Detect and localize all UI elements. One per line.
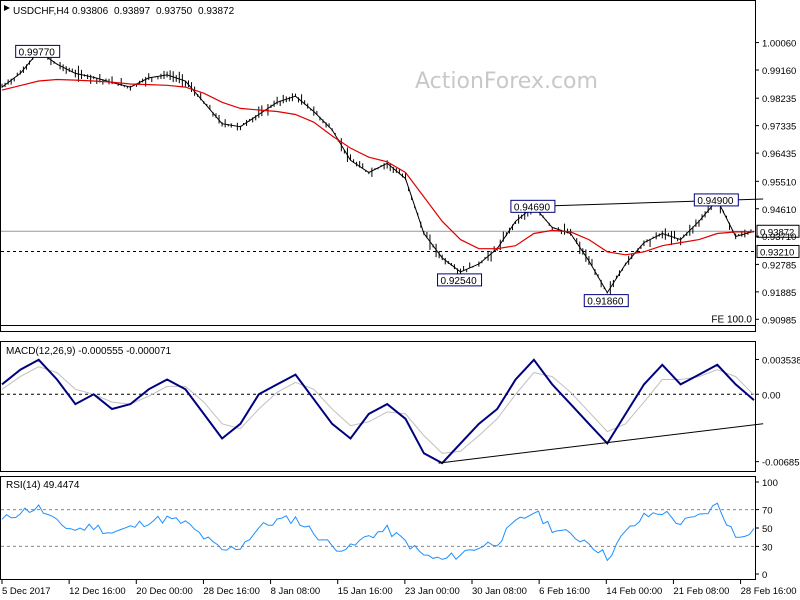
price-annotation: 0.99770 [19, 47, 56, 58]
rsi-line [1, 502, 755, 562]
price-tag: 0.93210 [760, 247, 794, 258]
rsi-axis: 100 70 50 30 0 [755, 478, 778, 581]
ohlc-close: 0.93872 [198, 6, 235, 17]
time-tick-label: 15 Jan 16:00 [338, 586, 393, 597]
header-arrow-icon [4, 5, 10, 11]
price-annotation: 0.92540 [441, 276, 478, 287]
rsi-tick-label: 50 [762, 524, 773, 535]
macd-tick-label: -0.006853 [762, 458, 800, 469]
chart-canvas: ActionForex.com USDCHF,H4 0.93806 0.9389… [0, 0, 800, 597]
rsi-plot [1, 502, 755, 562]
macd-title: MACD(12,26,9) -0.000555 -0.000071 [6, 346, 172, 357]
price-annotation: 0.94900 [697, 196, 734, 207]
ohlc-low: 0.93750 [156, 6, 193, 17]
rsi-tick-label: 30 [762, 542, 773, 553]
ohlc-high: 0.93897 [114, 6, 151, 17]
price-tick-label: 0.96435 [762, 149, 796, 160]
price-line [1, 50, 755, 294]
time-tick-label: 28 Feb 16:00 [741, 586, 797, 597]
price-tick-label: 1.00060 [762, 39, 796, 50]
price-tick-label: 0.90985 [762, 315, 796, 326]
price-tick-label: 0.91885 [762, 288, 796, 299]
macd-tick-label: 0.00 [762, 390, 781, 401]
price-tick-label: 0.93710 [762, 232, 796, 243]
moving-average-line [1, 78, 754, 256]
price-annotation: 0.91860 [587, 297, 624, 308]
rsi-tick-label: 70 [762, 506, 773, 517]
chart-header: USDCHF,H4 0.93806 0.93897 0.93750 0.9387… [4, 5, 235, 17]
macd-line [1, 358, 755, 465]
macd-tick-label: 0.003538 [762, 355, 800, 366]
fe-label: FE 100.0 [711, 315, 752, 326]
rsi-tick-label: 100 [762, 478, 778, 489]
ohlc-open: 0.93806 [72, 6, 109, 17]
time-tick-label: 23 Jan 00:00 [405, 586, 460, 597]
time-tick-label: 8 Jan 08:00 [271, 586, 321, 597]
symbol-info: USDCHF,H4 [13, 6, 70, 17]
time-tick-label: 12 Dec 16:00 [69, 586, 126, 597]
price-plot: FE 100.0 0.99770 0.94690 0.94900 0.92540 0.91… [1, 44, 764, 327]
price-panel-frame [0, 0, 756, 332]
time-tick-label: 21 Feb 08:00 [673, 586, 729, 597]
price-annotation: 0.94690 [514, 202, 551, 213]
price-tick-label: 0.94610 [762, 205, 796, 216]
time-axis: 5 Dec 2017 12 Dec 16:00 20 Dec 00:00 28 Dec… [1, 580, 797, 597]
time-tick-label: 20 Dec 00:00 [136, 586, 193, 597]
price-tick-label: 0.92785 [762, 260, 796, 271]
price-axis: 0.938720.932101.000600.991600.982350.973… [755, 39, 800, 326]
macd-axis: 0.003538 0.00 -0.006853 [755, 355, 800, 469]
rsi-panel-frame [0, 476, 756, 580]
price-tick-label: 0.97335 [762, 122, 796, 133]
time-tick-label: 6 Feb 16:00 [539, 586, 590, 597]
price-tick-label: 0.99160 [762, 66, 796, 77]
watermark: ActionForex.com [415, 69, 598, 94]
macd-trendline [438, 423, 764, 464]
time-tick-label: 14 Feb 00:00 [606, 586, 662, 597]
rsi-tick-label: 0 [762, 570, 767, 581]
time-tick-label: 30 Jan 08:00 [472, 586, 527, 597]
price-bars [1, 49, 752, 295]
price-tick-label: 0.95510 [762, 177, 796, 188]
rsi-title: RSI(14) 49.4474 [6, 480, 80, 491]
time-tick-label: 28 Dec 16:00 [203, 586, 260, 597]
macd-panel-frame [0, 341, 756, 472]
price-tick-label: 0.98235 [762, 94, 796, 105]
macd-plot [1, 358, 764, 465]
time-tick-label: 5 Dec 2017 [2, 586, 51, 597]
